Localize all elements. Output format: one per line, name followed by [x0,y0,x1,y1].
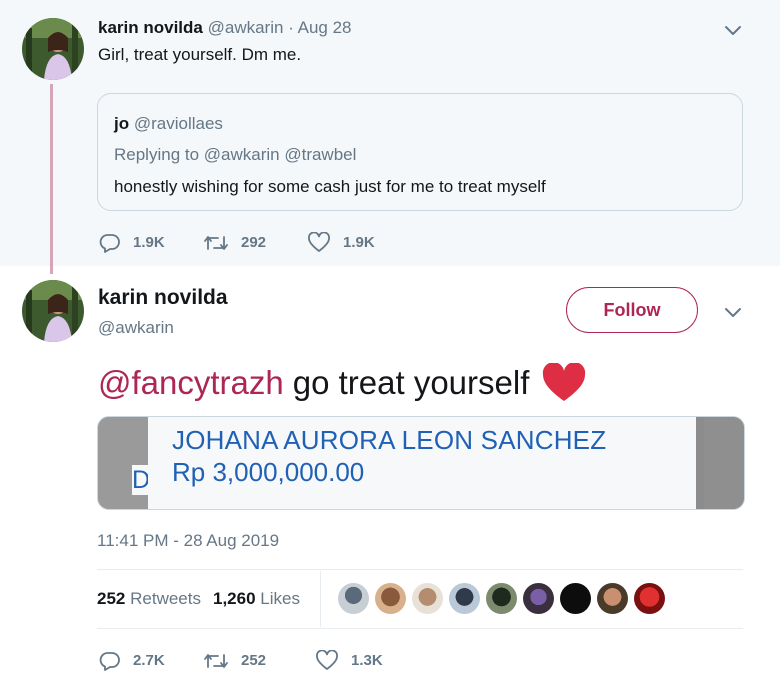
liker-avatar[interactable] [375,583,406,614]
tweet-actions: 1.9K 292 1.9K [99,232,375,253]
retweet-icon [204,235,228,250]
like-count: 1.3K [351,652,383,669]
likes-count: 1,260 [212,589,256,608]
liker-avatar[interactable] [338,583,369,614]
tweet-text-body: go treat yourself [292,364,530,401]
retweets-label: Retweets [130,589,201,608]
like-button[interactable]: 1.9K [307,232,375,253]
chevron-down-icon[interactable] [724,25,742,37]
liker-avatar[interactable] [412,583,443,614]
divider [97,569,743,570]
author-handle[interactable]: @awkarin [208,18,284,37]
media-left-edge [98,417,148,509]
heart-outline-icon [308,232,330,252]
mention-link[interactable]: @fancytrazh [98,364,284,402]
transfer-amount: Rp 3,000,000.00 [172,457,365,487]
liker-avatar[interactable] [560,583,591,614]
retweets-count: 252 [97,589,126,608]
reply-button[interactable]: 1.9K [99,233,203,253]
partial-letter: D [132,465,148,495]
retweet-button[interactable]: 252 [203,651,315,671]
transfer-recipient: JOHANA AURORA LEON SANCHEZ [172,425,607,455]
retweet-icon [204,653,228,668]
reply-count: 2.7K [133,652,165,669]
liker-avatar[interactable] [523,583,554,614]
divider [97,628,743,629]
quoted-tweet-text: honestly wishing for some cash just for … [114,177,546,196]
liker-avatar[interactable] [634,583,665,614]
chevron-down-icon[interactable] [724,307,742,319]
parent-tweet-header: karin novilda @awkarin · Aug 28 [98,18,352,38]
avatar[interactable] [22,280,84,342]
reply-icon [99,651,120,671]
follow-button[interactable]: Follow [566,287,698,333]
avatar[interactable] [22,18,84,80]
liker-avatar[interactable] [597,583,628,614]
tweet-timestamp[interactable]: 11:41 PM - 28 Aug 2019 [97,531,279,551]
media-right-edge [704,417,744,509]
tweet-text: Girl, treat yourself. Dm me. [98,45,302,64]
tweet-date[interactable]: · Aug 28 [288,18,351,37]
liker-avatar[interactable] [449,583,480,614]
reply-icon [99,233,120,253]
tweet-text: @fancytrazh go treat yourself [98,363,587,403]
tweet-stats: 252 Retweets 1,260 Likes [97,589,300,609]
thread-line [50,84,53,274]
liker-avatar[interactable] [486,583,517,614]
retweet-count: 292 [241,234,267,251]
quoted-author-handle: @raviollaes [133,114,223,133]
parent-tweet[interactable]: karin novilda @awkarin · Aug 28 Girl, tr… [0,0,780,274]
like-button[interactable]: 1.3K [315,650,383,671]
reply-count: 1.9K [133,234,165,251]
likes-stat[interactable]: 1,260 Likes [213,589,300,609]
quoted-author-name: jo [114,114,130,133]
media-image[interactable]: D JOHANA AURORA LEON SANCHEZ Rp 3,000,00… [97,416,745,510]
liker-avatars [338,583,671,614]
heart-outline-icon [316,650,338,670]
reply-button[interactable]: 2.7K [99,651,203,671]
tweet-actions: 2.7K 252 1.3K [99,650,383,671]
author-name[interactable]: karin novilda [98,286,228,310]
stats-separator [320,571,321,627]
author-name[interactable]: karin novilda [98,18,203,37]
like-count: 1.9K [343,234,375,251]
retweet-button[interactable]: 292 [203,233,307,253]
replying-to: Replying to @awkarin @trawbel [114,145,357,164]
red-heart-emoji [543,363,586,401]
likes-label: Likes [260,589,300,608]
quoted-tweet[interactable]: jo @raviollaes Replying to @awkarin @tra… [97,93,743,211]
retweets-stat[interactable]: 252 Retweets [97,589,201,609]
retweet-count: 252 [241,652,267,669]
author-handle[interactable]: @awkarin [98,318,174,338]
